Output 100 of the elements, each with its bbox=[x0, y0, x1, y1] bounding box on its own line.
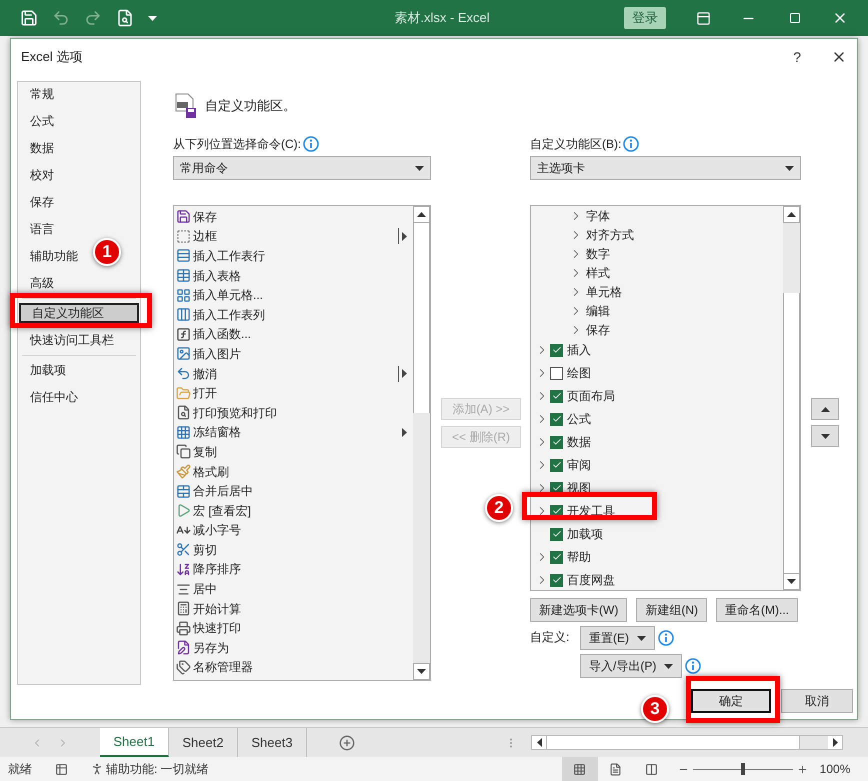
sidebar-item[interactable]: 语言 bbox=[19, 219, 58, 239]
save-icon[interactable] bbox=[20, 9, 38, 27]
checkbox[interactable] bbox=[550, 366, 563, 380]
checkbox[interactable] bbox=[550, 390, 563, 402]
ribbon-display-icon[interactable] bbox=[696, 10, 711, 26]
command-item[interactable]: 边框 bbox=[174, 226, 413, 246]
help-button[interactable]: ? bbox=[793, 46, 801, 68]
maximize-icon[interactable] bbox=[789, 12, 801, 24]
play-icon bbox=[176, 503, 191, 518]
add-sheet-icon[interactable] bbox=[339, 734, 355, 750]
move-down-button[interactable] bbox=[811, 425, 839, 447]
command-item[interactable]: 插入工作表行 bbox=[174, 246, 413, 266]
tree-item[interactable]: 百度网盘 bbox=[531, 572, 783, 588]
customize-label: 自定义: bbox=[530, 629, 570, 646]
sidebar-item[interactable]: 常规 bbox=[19, 84, 58, 104]
tree-item[interactable]: 加载项 bbox=[531, 526, 783, 542]
undo-icon bbox=[176, 366, 191, 382]
customize-caret-icon[interactable] bbox=[148, 16, 157, 20]
import-export-button[interactable]: 导入/导出(P) bbox=[580, 654, 682, 678]
sidebar-item[interactable]: 保存 bbox=[19, 192, 58, 212]
sidebar-item[interactable]: 加载项 bbox=[19, 360, 70, 380]
command-item[interactable]: 居中 bbox=[174, 579, 413, 599]
check-icon bbox=[552, 460, 562, 470]
command-item[interactable]: 名称管理器 bbox=[174, 658, 413, 678]
caret-up-icon bbox=[417, 212, 426, 217]
zoom-slider[interactable] bbox=[692, 763, 793, 775]
tree-item[interactable]: 对齐方式 bbox=[531, 225, 783, 244]
sidebar-item[interactable]: 自定义功能区 bbox=[19, 303, 139, 323]
view-button[interactable] bbox=[562, 757, 598, 781]
print-preview-icon[interactable] bbox=[116, 9, 134, 27]
command-item[interactable]: 另存为 bbox=[174, 638, 413, 658]
reset-button[interactable]: 重置(E) bbox=[580, 626, 655, 650]
tree-item[interactable]: 公式 bbox=[531, 411, 783, 427]
tree-item[interactable]: 数据 bbox=[531, 434, 783, 450]
checkbox[interactable] bbox=[550, 458, 563, 472]
tree-action-button[interactable]: 重命名(M)... bbox=[716, 598, 798, 622]
command-item[interactable]: 合并后居中 bbox=[174, 481, 413, 501]
command-item[interactable]: 剪切 bbox=[174, 540, 413, 560]
sidebar-item[interactable]: 高级 bbox=[19, 273, 58, 293]
move-up-button[interactable] bbox=[811, 398, 839, 420]
scrollbar[interactable] bbox=[783, 206, 800, 590]
tree-item[interactable]: 编辑 bbox=[531, 301, 783, 320]
command-item[interactable]: 保存 bbox=[174, 207, 413, 227]
accessibility-status[interactable]: 辅助功能: 一切就绪 bbox=[106, 760, 209, 778]
command-item[interactable]: 复制 bbox=[174, 442, 413, 462]
checkbox[interactable] bbox=[550, 436, 563, 448]
commands-dropdown[interactable]: 常用命令 bbox=[173, 156, 431, 180]
sidebar-item[interactable]: 数据 bbox=[19, 138, 58, 158]
ok-button[interactable]: 确定 bbox=[691, 689, 771, 713]
command-item[interactable]: 插入函数... bbox=[174, 324, 413, 344]
tree-item[interactable]: 数字 bbox=[531, 244, 783, 263]
command-item[interactable]: 撤消 bbox=[174, 364, 413, 384]
command-item[interactable]: 格式刷 bbox=[174, 462, 413, 482]
scrollbar[interactable] bbox=[413, 206, 430, 680]
command-item[interactable]: 冻结窗格 bbox=[174, 422, 413, 442]
tree-item[interactable]: 单元格 bbox=[531, 282, 783, 301]
tree-item[interactable]: 审阅 bbox=[531, 457, 783, 473]
sidebar-item[interactable]: 辅助功能 bbox=[19, 246, 82, 266]
command-item[interactable]: 开始计算 bbox=[174, 598, 413, 618]
tree-item[interactable]: 帮助 bbox=[531, 549, 783, 565]
checkbox[interactable] bbox=[550, 550, 563, 564]
command-item[interactable]: 降序排序 bbox=[174, 560, 413, 580]
command-item[interactable]: 打印预览和打印 bbox=[174, 402, 413, 423]
tree-item[interactable]: 保存 bbox=[531, 320, 783, 339]
zoom-in-icon[interactable] bbox=[796, 764, 808, 774]
accessibility-icon[interactable] bbox=[90, 762, 104, 776]
command-item[interactable]: 快速打印 bbox=[174, 618, 413, 638]
command-item[interactable]: 宏 [查看宏] bbox=[174, 500, 413, 520]
checkbox[interactable] bbox=[550, 528, 563, 540]
checkbox[interactable] bbox=[550, 344, 563, 356]
tree-action-button[interactable]: 新建选项卡(W) bbox=[530, 598, 628, 622]
login-button[interactable]: 登录 bbox=[624, 7, 666, 29]
command-item[interactable]: 插入工作表列 bbox=[174, 304, 413, 325]
tree-item[interactable]: 字体 bbox=[531, 206, 783, 225]
tree-item[interactable]: 插入 bbox=[531, 342, 783, 358]
sidebar-item[interactable]: 公式 bbox=[19, 111, 58, 131]
command-item[interactable]: 打开 bbox=[174, 383, 413, 403]
command-item[interactable]: 减小字号 bbox=[174, 520, 413, 540]
check-icon bbox=[552, 506, 562, 516]
zoom-level[interactable]: 100% bbox=[820, 760, 850, 778]
caret-up-icon bbox=[787, 212, 796, 217]
cancel-button[interactable]: 取消 bbox=[781, 689, 853, 713]
sheet-tab[interactable]: Sheet1 bbox=[100, 728, 169, 757]
command-item[interactable]: 插入单元格... bbox=[174, 285, 413, 305]
grid-icon bbox=[176, 424, 191, 440]
horizontal-scrollbar[interactable] bbox=[531, 735, 843, 750]
caret-down-icon bbox=[637, 636, 646, 640]
checkbox[interactable] bbox=[550, 574, 563, 586]
ribbon-dropdown[interactable]: 主选项卡 bbox=[530, 156, 801, 180]
sidebar-item[interactable]: 快速访问工具栏 bbox=[19, 330, 118, 350]
checkbox[interactable] bbox=[550, 412, 563, 426]
sidebar-item[interactable]: 校对 bbox=[19, 165, 58, 185]
sidebar-item[interactable]: 信任中心 bbox=[19, 387, 82, 407]
tree-item[interactable]: 绘图 bbox=[531, 365, 783, 381]
tree-item[interactable]: 样式 bbox=[531, 263, 783, 282]
tree-item[interactable]: 页面布局 bbox=[531, 388, 783, 404]
submenu-arrow-icon bbox=[402, 428, 407, 437]
command-item[interactable]: 插入表格 bbox=[174, 266, 413, 286]
command-item[interactable]: 插入图片 bbox=[174, 344, 413, 364]
tree-action-button[interactable]: 新建组(N) bbox=[636, 598, 707, 622]
